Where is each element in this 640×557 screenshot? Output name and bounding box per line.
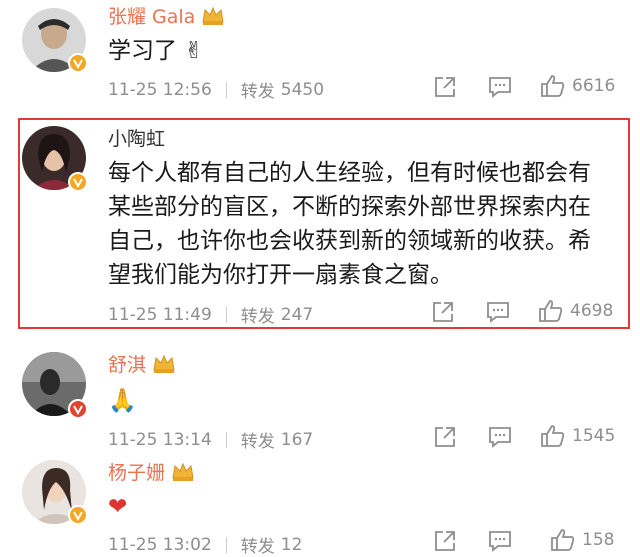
comment-text: 学习了 ✌: [108, 38, 204, 64]
repost-label: 转发: [240, 432, 275, 452]
commenter-name-label: 小陶虹: [108, 128, 166, 150]
comment-meta: 11-25 11:49 转发 247: [108, 302, 314, 328]
divider: [225, 431, 227, 448]
comment-text-line: 望我们能为你打开一扇素食之窗。: [108, 262, 453, 288]
divider: [225, 536, 227, 553]
comment-button[interactable]: [488, 76, 512, 98]
share-icon: [433, 302, 453, 322]
comment-text: 每个人都有自己的人生经验，但有时候也都会有 某些部分的盲区，不断的探索外部世界探…: [108, 156, 591, 292]
comment-text-line: 自己，也许你也会收获到新的领域新的收获。希: [108, 228, 591, 254]
commenter-name[interactable]: 舒淇: [108, 350, 176, 377]
verified-badge-icon: [68, 172, 88, 192]
commenter-name-label: 杨子姗: [108, 462, 166, 484]
comment-text-line: 每个人都有自己的人生经验，但有时候也都会有: [108, 160, 591, 186]
verified-badge-icon: [68, 505, 88, 525]
comment-icon: [487, 302, 509, 323]
commenter-name[interactable]: 小陶虹: [108, 124, 165, 151]
share-button[interactable]: [432, 301, 454, 323]
share-button[interactable]: [434, 426, 456, 448]
like-icon: [541, 75, 565, 97]
divider: [225, 81, 227, 98]
repost-count: 5450: [280, 79, 325, 100]
comment-icon: [489, 427, 511, 448]
like-button[interactable]: 1545: [540, 424, 615, 448]
like-count: 158: [582, 530, 615, 550]
comment-icon: [489, 531, 511, 552]
like-button[interactable]: 6616: [540, 74, 615, 98]
divider: [225, 306, 227, 323]
commenter-name-label: 张耀 Gala: [108, 6, 196, 28]
comment-meta: 11-25 13:14 转发 167: [108, 427, 314, 453]
repost-label: 转发: [240, 307, 275, 327]
comment-text: ❤: [108, 494, 128, 520]
like-count: 1545: [572, 426, 616, 446]
like-count: 4698: [570, 301, 614, 321]
comment-meta: 11-25 12:56 转发 5450: [108, 77, 325, 103]
comment-date: 11-25 12:56: [108, 79, 212, 100]
comment-button[interactable]: [488, 426, 512, 448]
like-icon: [551, 529, 575, 551]
comment-button[interactable]: [488, 530, 512, 552]
share-icon: [435, 77, 455, 97]
share-button[interactable]: [434, 76, 456, 98]
crown-icon: [202, 6, 224, 25]
like-icon: [539, 300, 563, 322]
verified-badge-icon: [68, 399, 88, 419]
crown-icon: [172, 462, 194, 481]
like-count: 6616: [572, 76, 616, 96]
share-icon: [435, 531, 455, 551]
comment-date: 11-25 13:14: [108, 429, 212, 450]
commenter-name[interactable]: 张耀 Gala: [108, 2, 225, 29]
comment-meta: 11-25 13:02 转发 12: [108, 532, 302, 557]
verified-badge-icon: [68, 53, 88, 73]
like-icon: [541, 425, 565, 447]
share-button[interactable]: [434, 530, 456, 552]
comment-icon: [489, 77, 511, 98]
repost-label: 转发: [240, 82, 275, 102]
commenter-name-label: 舒淇: [108, 354, 147, 376]
comment-button[interactable]: [486, 301, 510, 323]
comment-date: 11-25 11:49: [108, 304, 212, 325]
share-icon: [435, 427, 455, 447]
like-button[interactable]: 158: [550, 528, 614, 552]
crown-icon: [153, 354, 175, 373]
repost-count: 167: [280, 429, 314, 450]
comment-text-line: 某些部分的盲区，不断的探索外部世界探索内在: [108, 194, 591, 220]
repost-label: 转发: [240, 537, 275, 557]
like-button[interactable]: 4698: [538, 299, 613, 323]
repost-count: 247: [280, 304, 314, 325]
commenter-name[interactable]: 杨子姗: [108, 458, 195, 485]
comment-text: 🙏: [108, 388, 137, 414]
